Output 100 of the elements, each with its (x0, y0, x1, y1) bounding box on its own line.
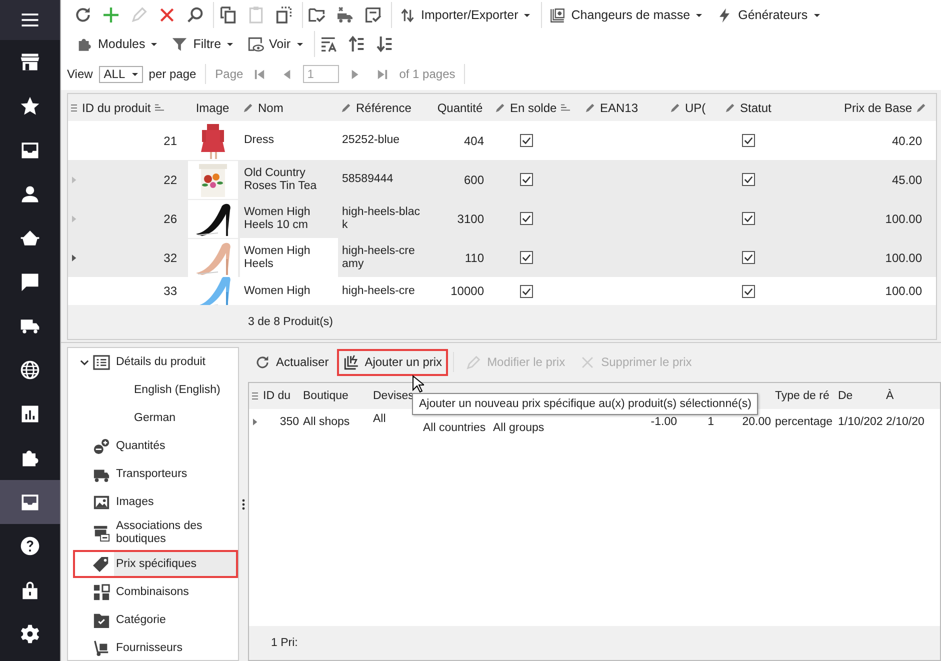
add-price-button[interactable]: Ajouter un prix (336, 348, 448, 376)
checkbox[interactable] (520, 251, 533, 264)
first-page-icon[interactable] (254, 68, 266, 80)
chevron-down-icon[interactable] (80, 358, 88, 366)
table-cell: All groups (493, 422, 544, 434)
tree-label: Combinaisons (115, 584, 190, 600)
table-row[interactable]: 26 Women High Heels 10 cm high-heels-black 3100 100.00 (68, 199, 936, 238)
table-cell-text: 45.00 (890, 172, 923, 188)
column-header[interactable]: À (884, 390, 930, 402)
column-header[interactable]: ID du (261, 390, 301, 402)
checkbox[interactable] (520, 173, 533, 186)
table-row[interactable]: 22 Old Country Roses Tin Tea 58589444 600 45.00 (68, 160, 936, 199)
tree-item[interactable]: Associations des boutiques (73, 516, 238, 550)
checkbox[interactable] (742, 251, 755, 264)
pencil-icon (243, 102, 254, 113)
column-menu-icon[interactable] (252, 392, 258, 400)
search-icon[interactable] (185, 5, 205, 25)
modules-menu[interactable]: Modules (73, 34, 160, 54)
previous-page-icon[interactable] (281, 68, 292, 80)
table-cell: Women High Heels (240, 238, 338, 277)
column-header[interactable]: Quantité (428, 100, 492, 114)
table-cell-text: high-heels-creamy (341, 244, 416, 272)
tree-item[interactable]: Images (73, 488, 238, 516)
truck-icon[interactable] (335, 5, 355, 25)
column-header[interactable]: Référence (338, 100, 428, 114)
pencil-icon (916, 102, 927, 113)
column-header[interactable]: Image (185, 100, 240, 114)
tree-item[interactable]: Catégorie (73, 606, 238, 634)
filter-menu[interactable]: Filtre (168, 34, 236, 54)
checkbox[interactable] (742, 212, 755, 225)
table-row[interactable]: 32 Women High Heels high-heels-creamy 110 100.00 (68, 238, 936, 277)
per-page-label: per page (148, 67, 196, 81)
column-menu-icon[interactable] (71, 104, 77, 112)
column-header[interactable]: Statut (722, 100, 802, 114)
column-header[interactable]: ID du produit (80, 100, 185, 114)
checkbox[interactable] (520, 212, 533, 225)
tree-item[interactable]: German (68, 404, 238, 432)
tree-label: Détails du produit (115, 354, 206, 370)
star-icon (19, 95, 41, 117)
copy-icon[interactable] (218, 5, 238, 25)
filter-icon (171, 36, 188, 52)
table-cell: 1 (708, 416, 714, 428)
checkbox[interactable] (742, 284, 755, 298)
tooltip: Ajouter un nouveau prix spécifique au(x) produit(s) sélectionné(s) (412, 393, 758, 415)
tree-label: Catégorie (115, 612, 167, 628)
page-count: of 1 pages (399, 67, 456, 81)
caret-icon (814, 14, 820, 16)
bulk-changers-menu[interactable]: Changeurs de masse (546, 4, 706, 26)
plus-minus-icon (93, 438, 110, 454)
refresh-button[interactable]: Actualiser (248, 348, 335, 376)
tree-item[interactable]: Prix spécifiques (73, 550, 238, 578)
tree-item[interactable]: Quantités (73, 432, 238, 460)
tree-item[interactable]: Fournisseurs (73, 634, 238, 661)
table-cell-text: 22 (162, 172, 178, 188)
refresh-icon (254, 354, 271, 370)
add-list-icon (342, 354, 360, 370)
checkbox[interactable] (520, 284, 533, 298)
table-cell-text: 10000 (450, 283, 485, 300)
column-header[interactable]: Type de ré (773, 390, 836, 402)
column-header[interactable]: En solde (492, 100, 582, 114)
per-page-select[interactable]: ALL (98, 66, 143, 82)
column-header[interactable]: EAN13 (582, 100, 667, 114)
sidebar-item[interactable] (0, 0, 60, 40)
last-page-icon[interactable] (377, 68, 388, 80)
view-menu[interactable]: Voir (244, 34, 306, 54)
store-icon (19, 51, 41, 73)
chart-icon (19, 403, 41, 425)
table-cell: All countries (423, 422, 486, 434)
checkbox[interactable] (520, 134, 533, 147)
column-header[interactable]: De (836, 390, 884, 402)
generators-menu[interactable]: Générateurs (713, 4, 823, 26)
table-cell: All (373, 413, 386, 425)
checkbox[interactable] (742, 173, 755, 186)
tree-item[interactable]: Transporteurs (73, 460, 238, 488)
splitter-handle[interactable] (242, 498, 245, 510)
add-icon[interactable] (101, 5, 121, 25)
tree-item[interactable]: English (English) (68, 376, 238, 404)
tree-item[interactable]: Combinaisons (73, 578, 238, 606)
import-export-menu[interactable]: Importer/Exporter (396, 4, 534, 26)
eye-icon (247, 36, 264, 52)
checkbox[interactable] (742, 134, 755, 147)
table-cell-text: Women High (243, 284, 312, 298)
table-cell-text: 100.00 (884, 210, 923, 228)
tree-item[interactable]: Détails du produit (73, 348, 238, 376)
checklist-icon[interactable] (363, 5, 383, 25)
sidebar-item[interactable] (0, 480, 60, 524)
column-header[interactable]: Nom (240, 100, 338, 114)
table-cell-text: 100.00 (884, 250, 923, 266)
table-cell: 350 (280, 416, 299, 428)
select-all-icon[interactable] (274, 5, 294, 25)
list-icon (93, 354, 110, 370)
column-header[interactable]: Prix de Base (802, 100, 930, 114)
table-cell: All shops (303, 416, 350, 428)
column-header[interactable]: UP( (667, 100, 722, 114)
table-row[interactable]: 21 Dress 25252-blue 404 40.20 (68, 121, 936, 160)
pencil-icon (341, 102, 352, 113)
grid-icon (93, 584, 110, 600)
table-cell-text: 32 (162, 250, 178, 266)
column-header[interactable]: Boutique (301, 390, 371, 402)
table-row[interactable]: 33 Women High high-heels-cre 10000 100.00 (68, 277, 936, 305)
